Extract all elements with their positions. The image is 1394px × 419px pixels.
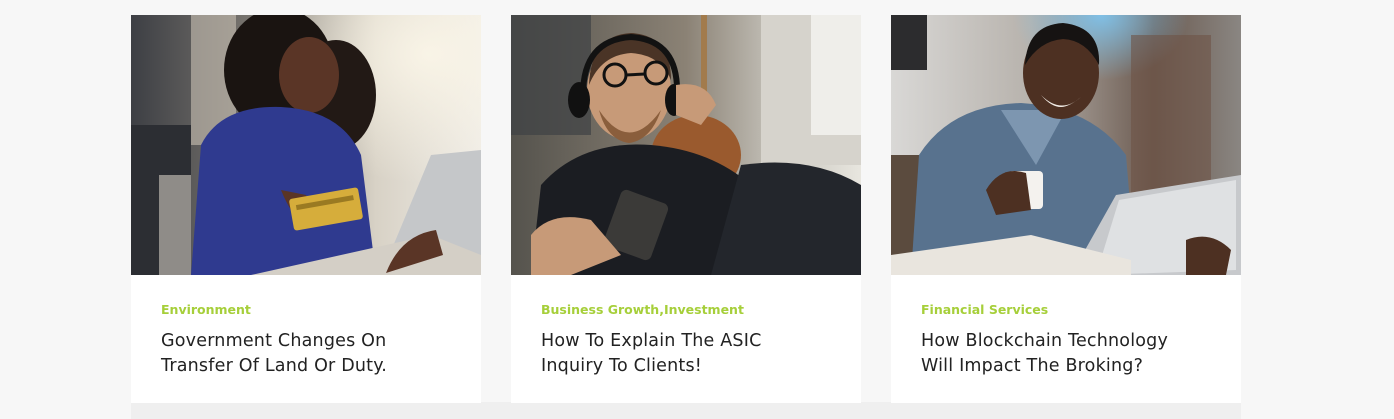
post-thumbnail-link[interactable]: [131, 15, 481, 275]
post-title-line: How To Explain The ASIC: [541, 331, 762, 351]
post-title-line: Will Impact The Broking?: [921, 356, 1144, 376]
blog-card: Financial Services How Blockchain Techno…: [891, 15, 1241, 403]
category-link[interactable]: Environment: [161, 302, 251, 317]
blog-card: Environment Government Changes On Transf…: [131, 15, 481, 403]
post-body: Environment Government Changes On Transf…: [131, 275, 481, 379]
category-link[interactable]: Investment: [664, 302, 744, 317]
category-link[interactable]: Financial Services: [921, 302, 1048, 317]
post-title-line: Transfer Of Land Or Duty.: [161, 356, 388, 376]
post-title-line: How Blockchain Technology: [921, 331, 1169, 351]
post-body: Financial Services How Blockchain Techno…: [891, 275, 1241, 379]
post-title[interactable]: Government Changes On Transfer Of Land O…: [161, 329, 451, 379]
post-categories: Environment: [161, 302, 451, 318]
post-thumbnail-link[interactable]: [891, 15, 1241, 275]
section-bottom-strip: [131, 402, 1241, 419]
category-link[interactable]: Business Growth: [541, 302, 659, 317]
post-body: Business Growth,Investment How To Explai…: [511, 275, 861, 379]
post-thumbnail-image: [131, 15, 481, 275]
post-title[interactable]: How To Explain The ASIC Inquiry To Clien…: [541, 329, 831, 379]
post-title-line: Government Changes On: [161, 331, 387, 351]
post-categories: Business Growth,Investment: [541, 302, 831, 318]
post-title[interactable]: How Blockchain Technology Will Impact Th…: [921, 329, 1211, 379]
post-thumbnail-image: [891, 15, 1241, 275]
post-title-line: Inquiry To Clients!: [541, 356, 703, 376]
post-thumbnail-image: [511, 15, 861, 275]
post-categories: Financial Services: [921, 302, 1211, 318]
blog-card: Business Growth,Investment How To Explai…: [511, 15, 861, 403]
post-thumbnail-link[interactable]: [511, 15, 861, 275]
blog-posts-grid: Environment Government Changes On Transf…: [131, 15, 1241, 403]
